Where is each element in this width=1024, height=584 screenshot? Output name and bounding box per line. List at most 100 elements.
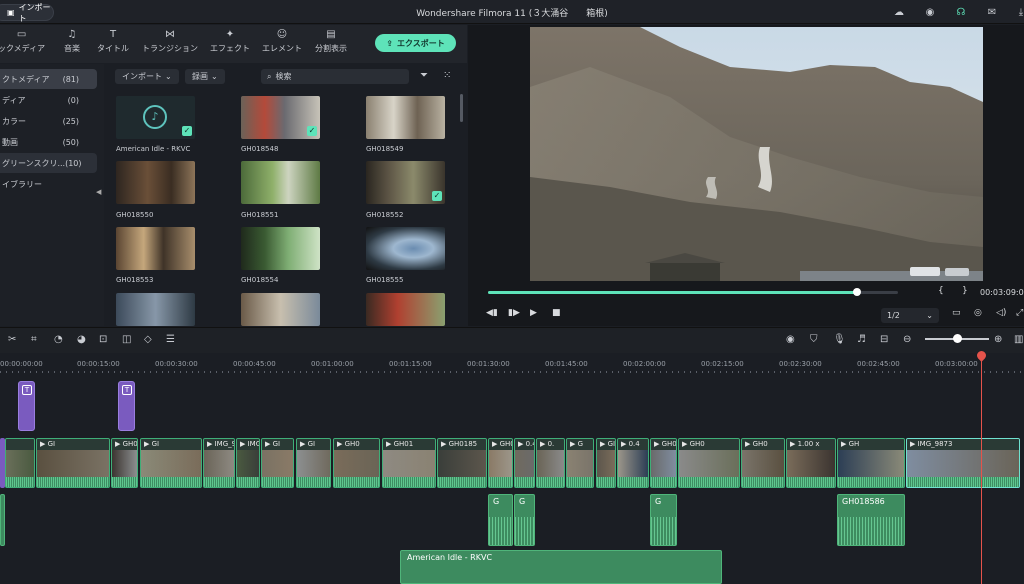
mark-in-icon[interactable]: { xyxy=(938,286,944,296)
mail-icon[interactable]: ✉ xyxy=(985,5,999,19)
microphone-icon[interactable]: 🎙 xyxy=(833,334,846,345)
audio-clip[interactable]: G xyxy=(488,494,513,546)
snapshot-icon[interactable]: ⊟ xyxy=(880,334,888,345)
green-screen-icon[interactable]: ⊡ xyxy=(99,334,107,345)
media-item[interactable] xyxy=(241,293,320,326)
zoom-in-icon[interactable]: ⊕ xyxy=(994,334,1002,345)
export-button[interactable]: ⇪ エクスポート xyxy=(375,34,456,52)
music-clip[interactable]: American Idle - RKVC xyxy=(400,550,722,584)
title-clip-edge[interactable] xyxy=(0,438,5,488)
video-clip[interactable]: ▶ GI xyxy=(261,438,294,488)
prev-frame-icon[interactable]: ◀▮ xyxy=(486,308,498,318)
cloud-icon[interactable]: ☁ xyxy=(892,5,906,19)
media-item-gh018548[interactable]: ✓ xyxy=(241,96,320,139)
video-clip[interactable]: ▶ GH0 xyxy=(741,438,785,488)
grid-view-icon[interactable]: ⁙ xyxy=(443,70,451,81)
adjust-icon[interactable]: ◫ xyxy=(122,334,131,345)
audio-clip[interactable]: G xyxy=(514,494,535,546)
sidebar-item-project-media[interactable]: クトメディア (81) xyxy=(0,69,97,89)
video-clip[interactable]: ▶ 0.4 xyxy=(617,438,649,488)
search-input[interactable]: ⌕ 検索 xyxy=(261,69,409,84)
timeline-ruler[interactable]: 00:00:00:00 00:00:15:00 00:00:30:00 00:0… xyxy=(0,353,1024,373)
fullscreen-icon[interactable]: ⤢ xyxy=(1016,308,1023,318)
video-clip[interactable]: ▶ GH01858 xyxy=(650,438,677,488)
sidebar-item-library[interactable]: イブラリー xyxy=(0,174,97,194)
tab-elements[interactable]: ☺ エレメント xyxy=(262,29,302,54)
tab-titles[interactable]: T タイトル xyxy=(97,29,129,54)
tab-transitions[interactable]: ⋈ トランジション xyxy=(142,29,198,54)
speed-icon[interactable]: ◔ xyxy=(54,334,63,345)
video-clip[interactable] xyxy=(5,438,35,488)
video-clip[interactable]: ▶ GH0 xyxy=(678,438,740,488)
video-preview[interactable] xyxy=(530,27,983,281)
tab-split-screen[interactable]: ▤ 分割表示 xyxy=(315,29,347,54)
playback-quality-select[interactable]: 1/2 ⌄ xyxy=(881,308,939,323)
mask-icon[interactable]: ◇ xyxy=(144,334,152,345)
media-item-gh018554[interactable] xyxy=(241,227,320,270)
download-icon[interactable]: ⤓ xyxy=(1014,5,1024,19)
account-icon[interactable]: ◉ xyxy=(923,5,937,19)
video-clip[interactable]: ▶ GI xyxy=(140,438,202,488)
media-item-gh018550[interactable] xyxy=(116,161,195,204)
tracks-icon[interactable]: ▥ xyxy=(1014,334,1023,345)
import-tab[interactable]: ▣ インポート xyxy=(0,3,54,23)
playhead[interactable] xyxy=(981,353,982,584)
video-clip[interactable]: ▶ GH018552 xyxy=(111,438,138,488)
video-clip[interactable]: ▶ IMG_9873 xyxy=(906,438,1020,488)
video-clip[interactable]: ▶ GI xyxy=(596,438,616,488)
zoom-slider-knob[interactable] xyxy=(953,334,962,343)
render-icon[interactable]: ◉ xyxy=(786,334,795,345)
media-scrollbar[interactable] xyxy=(460,94,463,122)
video-clip[interactable]: ▶ 0.4 xyxy=(514,438,535,488)
tab-project-media[interactable]: ▭ ックメディア xyxy=(0,29,45,54)
video-clip[interactable]: ▶ IMG_986 xyxy=(203,438,235,488)
settings-sliders-icon[interactable]: ☰ xyxy=(166,334,175,345)
audio-clip[interactable]: G xyxy=(650,494,677,546)
preview-progress-bar[interactable] xyxy=(488,288,898,296)
media-item[interactable] xyxy=(116,293,195,326)
filter-icon[interactable]: ⏷ xyxy=(420,70,428,81)
media-item-gh018552[interactable]: ✓ xyxy=(366,161,445,204)
title-clip[interactable]: T xyxy=(18,381,35,431)
video-clip[interactable]: ▶ GI xyxy=(296,438,331,488)
record-dropdown[interactable]: 録画 ⌄ xyxy=(185,69,225,84)
import-dropdown[interactable]: インポート ⌄ xyxy=(115,69,179,84)
media-item-american-idle[interactable]: ♪ ✓ xyxy=(116,96,195,139)
media-item-gh018553[interactable] xyxy=(116,227,195,270)
video-clip[interactable]: ▶ GH0185 xyxy=(437,438,487,488)
collapse-sidebar-icon[interactable]: ◀ xyxy=(96,188,101,196)
title-clip[interactable]: T xyxy=(118,381,135,431)
crop-icon[interactable]: ⌗ xyxy=(31,334,37,345)
video-clip[interactable]: ▶ 0. xyxy=(536,438,565,488)
mark-out-icon[interactable]: } xyxy=(962,286,968,296)
video-clip[interactable]: ▶ GH xyxy=(837,438,905,488)
video-clip[interactable]: ▶ 1.00 x xyxy=(786,438,836,488)
sidebar-item-sample-color[interactable]: カラー (25) xyxy=(0,111,97,131)
audio-clip[interactable] xyxy=(0,494,5,546)
color-icon[interactable]: ◕ xyxy=(77,334,86,345)
media-item-gh018555[interactable] xyxy=(366,227,445,270)
stop-icon[interactable]: ■ xyxy=(552,308,561,318)
media-item-gh018551[interactable] xyxy=(241,161,320,204)
sidebar-item-green-screen[interactable]: グリーンスクリ... (10) xyxy=(0,153,97,173)
zoom-out-icon[interactable]: ⊖ xyxy=(903,334,911,345)
video-clip[interactable]: ▶ GH01 xyxy=(488,438,513,488)
progress-knob[interactable] xyxy=(853,288,861,296)
scissors-icon[interactable]: ✂ xyxy=(8,334,16,345)
volume-icon[interactable]: ◁) xyxy=(996,308,1006,318)
sidebar-item-shared-media[interactable]: ディア (0) xyxy=(0,90,97,110)
play-frame-icon[interactable]: ▮▶ xyxy=(508,308,520,318)
tab-audio[interactable]: ♫ 音楽 xyxy=(64,29,80,54)
media-item-gh018549[interactable] xyxy=(366,96,445,139)
monitor-icon[interactable]: ▭ xyxy=(952,308,961,318)
headset-icon[interactable]: ☊ xyxy=(954,5,968,19)
video-clip[interactable]: ▶ GH01 xyxy=(382,438,436,488)
sidebar-item-sample-video[interactable]: 動画 (50) xyxy=(0,132,97,152)
audio-mixer-icon[interactable]: ♬ xyxy=(857,334,866,345)
video-clip[interactable]: ▶ GH0 xyxy=(333,438,380,488)
snapshot-icon[interactable]: ◎ xyxy=(974,308,982,318)
media-item[interactable] xyxy=(366,293,445,326)
video-clip[interactable]: ▶ G xyxy=(566,438,594,488)
tab-effects[interactable]: ✦ エフェクト xyxy=(210,29,250,54)
video-clip[interactable]: ▶ IMG xyxy=(236,438,260,488)
